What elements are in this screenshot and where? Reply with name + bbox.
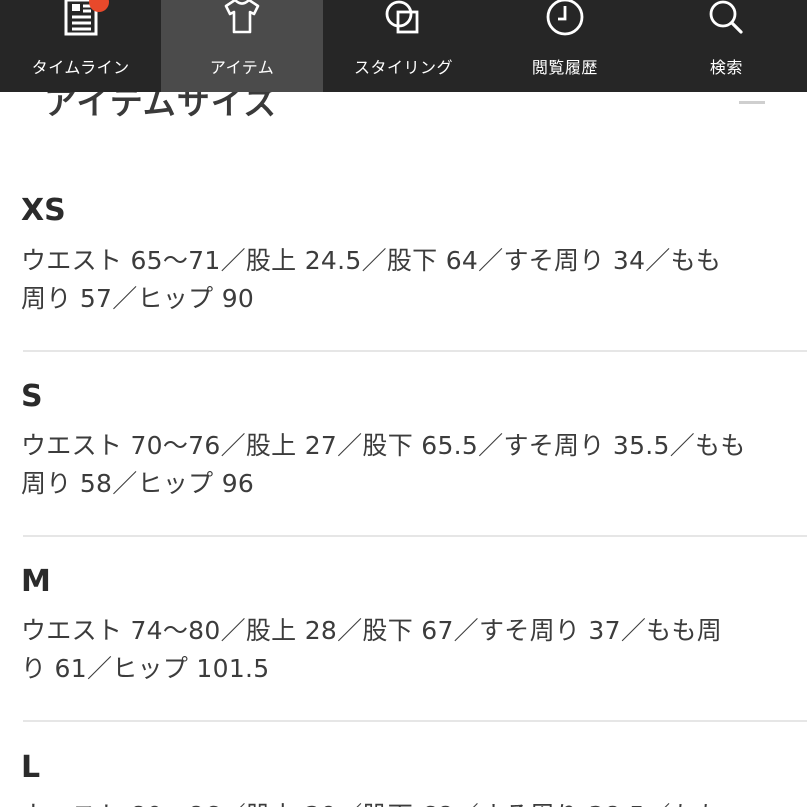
tab-styling[interactable]: スタイリング <box>323 0 484 92</box>
size-detail-line: 周り 57／ヒップ 90 <box>21 284 255 313</box>
tab-timeline[interactable]: タイムライン <box>0 0 161 92</box>
divider <box>23 535 807 537</box>
size-name-m: M <box>21 564 51 599</box>
clock-icon <box>545 0 585 40</box>
size-detail-line: 周り 58／ヒップ 96 <box>21 469 255 498</box>
tab-label: 閲覧履歴 <box>531 58 598 77</box>
tab-label: スタイリング <box>354 58 454 77</box>
divider <box>23 720 807 722</box>
collapse-minus-icon[interactable] <box>739 101 765 104</box>
size-detail-l: ウエスト 80〜86／股上 29／股下 68／すそ周り 38.5／もも <box>21 797 763 807</box>
size-name-xs: XS <box>21 193 66 228</box>
tshirt-icon <box>222 0 262 40</box>
size-detail-line: ウエスト 65〜71／股上 24.5／股下 64／すそ周り 34／もも <box>21 246 722 275</box>
tab-item[interactable]: アイテム <box>161 0 323 92</box>
item-size-page: タイムライン アイテム スタイリング 閲覧履歴 検索 アイテムサイズ XS ウエ… <box>0 0 807 807</box>
size-detail-line: ウエスト 80〜86／股上 29／股下 68／すそ周り 38.5／もも <box>21 797 763 807</box>
tab-bar: タイムライン アイテム スタイリング 閲覧履歴 検索 <box>0 0 807 92</box>
tab-label: アイテム <box>209 58 275 77</box>
newspaper-icon <box>61 0 109 40</box>
size-name-s: S <box>21 379 43 414</box>
tab-label: 検索 <box>709 58 743 77</box>
tab-history[interactable]: 閲覧履歴 <box>484 0 645 92</box>
size-detail-line: ウエスト 74〜80／股上 28／股下 67／すそ周り 37／もも周 <box>21 616 723 645</box>
size-detail-s: ウエスト 70〜76／股上 27／股下 65.5／すそ周り 35.5／もも 周り… <box>21 427 763 503</box>
tab-search[interactable]: 検索 <box>646 0 807 92</box>
overlap-squares-icon <box>384 0 424 40</box>
size-detail-line: り 61／ヒップ 101.5 <box>21 654 270 683</box>
size-detail-line: ウエスト 70〜76／股上 27／股下 65.5／すそ周り 35.5／もも <box>21 431 746 460</box>
size-detail-xs: ウエスト 65〜71／股上 24.5／股下 64／すそ周り 34／もも 周り 5… <box>21 242 763 318</box>
search-icon <box>706 0 746 40</box>
size-name-l: L <box>21 750 41 785</box>
tab-label: タイムライン <box>31 58 130 77</box>
divider <box>23 350 807 352</box>
size-detail-m: ウエスト 74〜80／股上 28／股下 67／すそ周り 37／もも周 り 61／… <box>21 612 763 688</box>
